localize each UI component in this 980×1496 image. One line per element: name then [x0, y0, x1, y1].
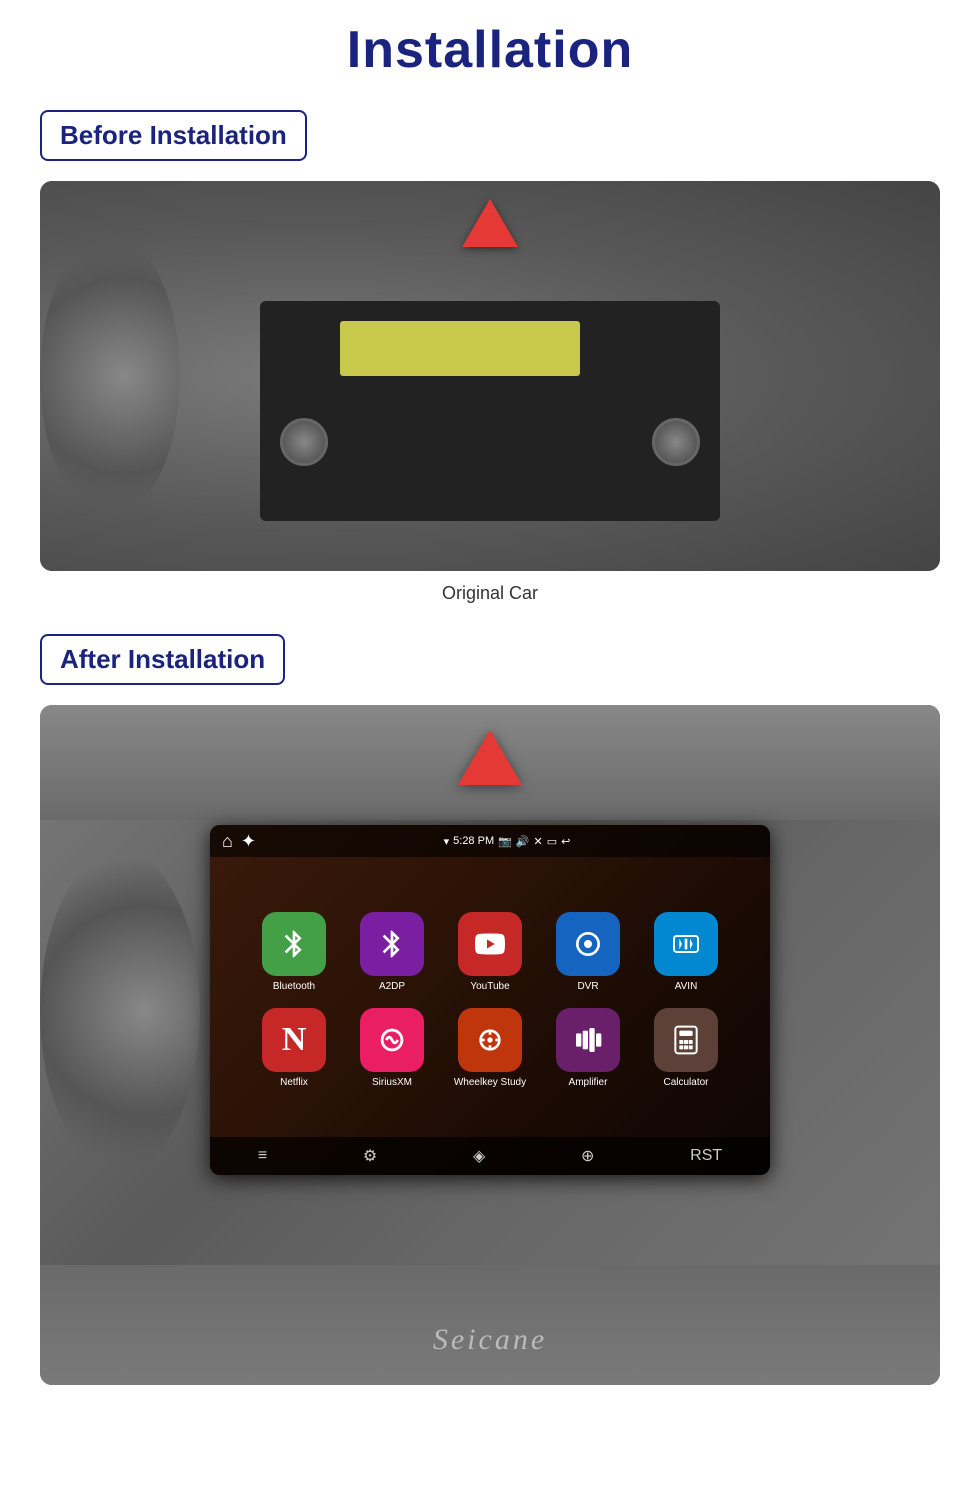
nav-reset-icon[interactable]: RST [690, 1147, 722, 1165]
app-row-2: N Netflix SiriusXM [254, 1008, 726, 1088]
app-amplifier[interactable]: Amplifier [548, 1008, 628, 1088]
android-screen: ⌂ ✦ ▾ 5:28 PM 📷 🔊 ✕ ▭ ↩ [210, 825, 770, 1175]
bluetooth-icon-img [262, 912, 326, 976]
calculator-icon-img [654, 1008, 718, 1072]
page-container: Installation Before Installation Origina… [0, 0, 980, 1437]
back-icon: ↩ [561, 835, 570, 848]
app-grid: Bluetooth A2DP [210, 865, 770, 1135]
before-car-photo [40, 181, 940, 571]
app-calculator[interactable]: Calculator [646, 1008, 726, 1088]
after-installation-image: ⌂ ✦ ▾ 5:28 PM 📷 🔊 ✕ ▭ ↩ [40, 705, 940, 1385]
page-title: Installation [40, 20, 940, 80]
wheelkey-icon-img [458, 1008, 522, 1072]
avin-label: AVIN [675, 981, 698, 992]
steering-wheel-after [40, 851, 200, 1171]
before-caption: Original Car [40, 583, 940, 604]
amplifier-label: Amplifier [569, 1077, 608, 1088]
app-a2dp[interactable]: A2DP [352, 912, 432, 992]
youtube-icon-img [458, 912, 522, 976]
youtube-label: YouTube [470, 981, 509, 992]
radio-knob-right [652, 418, 700, 466]
dvr-label: DVR [577, 981, 598, 992]
app-youtube[interactable]: YouTube [450, 912, 530, 992]
hazard-button-before [462, 199, 518, 247]
netflix-label: Netflix [280, 1077, 308, 1088]
avin-icon-img [654, 912, 718, 976]
nav-equalizer-icon[interactable]: ⊕ [581, 1146, 594, 1166]
volume-icon: 🔊 [516, 835, 530, 848]
a2dp-label: A2DP [379, 981, 405, 992]
a2dp-icon-img [360, 912, 424, 976]
android-bottom-nav: ≡ ⚙ ◈ ⊕ RST [210, 1137, 770, 1175]
app-wheelkey[interactable]: Wheelkey Study [450, 1008, 530, 1088]
camera-icon: 📷 [498, 835, 512, 848]
app-bluetooth[interactable]: Bluetooth [254, 912, 334, 992]
siriusxm-label: SiriusXM [372, 1077, 412, 1088]
app-siriusxm[interactable]: SiriusXM [352, 1008, 432, 1088]
seicane-brand: Seicane [433, 1323, 547, 1357]
after-car-photo: ⌂ ✦ ▾ 5:28 PM 📷 🔊 ✕ ▭ ↩ [40, 705, 940, 1385]
close-icon: ✕ [534, 835, 543, 848]
nav-media-icon[interactable]: ◈ [473, 1146, 485, 1166]
app-avin[interactable]: AVIN [646, 912, 726, 992]
old-radio-unit [260, 301, 720, 521]
nav-settings-icon[interactable]: ⚙ [363, 1146, 377, 1166]
calculator-label: Calculator [663, 1077, 708, 1088]
status-time: 5:28 PM [453, 835, 494, 847]
home-icon[interactable]: ⌂ [222, 831, 233, 852]
radio-screen [340, 321, 580, 376]
steering-wheel-before [40, 236, 180, 516]
amplifier-icon-img [556, 1008, 620, 1072]
radio-knob-left [280, 418, 328, 466]
before-installation-image [40, 181, 940, 571]
app-dvr[interactable]: DVR [548, 912, 628, 992]
status-bar-center: ▾ 5:28 PM 📷 🔊 ✕ ▭ ↩ [444, 835, 571, 848]
status-bar-left: ⌂ ✦ [222, 831, 256, 852]
signal-icon: ▾ [444, 835, 450, 848]
before-installation-label: Before Installation [60, 120, 287, 151]
app-netflix[interactable]: N Netflix [254, 1008, 334, 1088]
after-installation-label: After Installation [60, 644, 265, 675]
netflix-icon-img: N [262, 1008, 326, 1072]
after-installation-badge: After Installation [40, 634, 285, 685]
nav-menu-icon[interactable]: ≡ [258, 1147, 267, 1165]
hazard-button-after [458, 730, 522, 785]
status-bar: ⌂ ✦ ▾ 5:28 PM 📷 🔊 ✕ ▭ ↩ [210, 825, 770, 857]
dvr-icon-img [556, 912, 620, 976]
app-row-1: Bluetooth A2DP [254, 912, 726, 992]
wheelkey-label: Wheelkey Study [454, 1077, 526, 1088]
window-icon: ▭ [547, 835, 557, 848]
bluetooth-label: Bluetooth [273, 981, 315, 992]
before-installation-badge: Before Installation [40, 110, 307, 161]
settings-icon[interactable]: ✦ [241, 831, 256, 852]
android-head-unit[interactable]: ⌂ ✦ ▾ 5:28 PM 📷 🔊 ✕ ▭ ↩ [210, 825, 770, 1175]
siriusxm-icon-img [360, 1008, 424, 1072]
